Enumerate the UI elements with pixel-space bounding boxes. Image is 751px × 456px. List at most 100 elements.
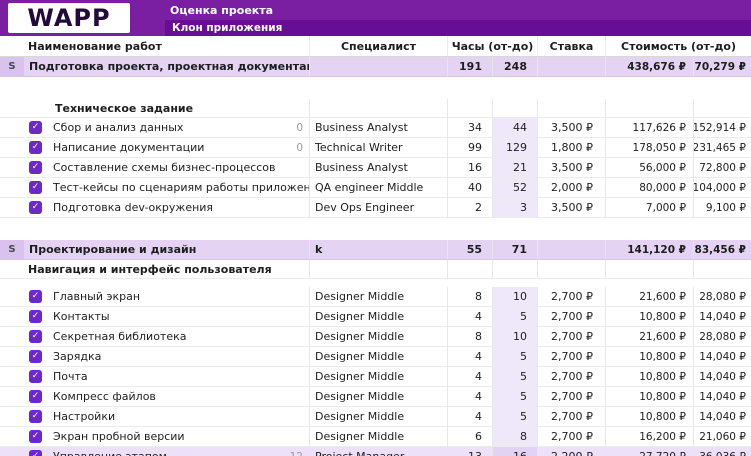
check-icon: ✓ (31, 451, 40, 456)
checkbox[interactable]: ✓ (29, 310, 42, 323)
cost-to-cell: 14,040 ₽ (693, 367, 751, 387)
specialist-cell: Designer Middle (309, 287, 447, 307)
table-header: Наименование работ Специалист Часы (от-д… (0, 36, 751, 57)
cost-to-cell: 28,080 ₽ (693, 287, 751, 307)
hours-from-cell: 16 (447, 158, 492, 178)
rate-cell: 3,500 ₽ (537, 158, 605, 178)
rate-cell: 1,800 ₽ (537, 138, 605, 158)
checkbox[interactable]: ✓ (29, 161, 42, 174)
row-name: Экран пробной версии (53, 430, 185, 443)
cost-from-cell: 10,800 ₽ (605, 407, 693, 427)
cost-to-cell: 183,456 ₽ (693, 240, 751, 260)
project-title: Оценка проекта (170, 4, 274, 17)
checkbox[interactable]: ✓ (29, 290, 42, 303)
row-marker (0, 347, 24, 367)
cost-to-cell: 14,040 ₽ (693, 407, 751, 427)
hours-from-cell: 4 (447, 387, 492, 407)
hours-from-cell: 6 (447, 427, 492, 447)
cost-from-cell: 27,720 ₽ (605, 447, 693, 456)
rate-cell: 3,500 ₽ (537, 198, 605, 218)
row-name: Компресс файлов (53, 390, 156, 403)
rate-cell: 2,700 ₽ (537, 367, 605, 387)
checkbox[interactable]: ✓ (29, 370, 42, 383)
hours-to-cell: 5 (492, 367, 537, 387)
check-icon: ✓ (31, 431, 40, 441)
specialist-cell: QA engineer Middle (309, 178, 447, 198)
row-name-cell: ✓ Тест-кейсы по сценариям работы приложен… (24, 178, 309, 198)
checkbox[interactable]: ✓ (29, 430, 42, 443)
hours-from-cell: 4 (447, 347, 492, 367)
cost-from-cell: 21,600 ₽ (605, 327, 693, 347)
row-marker (0, 427, 24, 447)
row-marker (0, 327, 24, 347)
row-name-cell: ✓ Главный экран (24, 287, 309, 307)
hours-to-cell: 129 (492, 138, 537, 158)
row-name-cell: ✓ Управление этапом 12 (24, 447, 309, 456)
specialist-cell: Designer Middle (309, 307, 447, 327)
check-icon: ✓ (31, 202, 40, 212)
row-marker (0, 287, 24, 307)
row-name: Контакты (53, 310, 110, 323)
row-name-cell: ✓ Написание документации 0 (24, 138, 309, 158)
cost-to-cell: 570,279 ₽ (693, 57, 751, 77)
hours-to-cell: 10 (492, 287, 537, 307)
check-icon: ✓ (31, 311, 40, 321)
task-row: ✓ Почта Designer Middle 4 5 2,700 ₽10,800 ₽14… (0, 367, 751, 387)
checkbox[interactable]: ✓ (29, 330, 42, 343)
row-marker: S (0, 240, 24, 260)
checkbox[interactable]: ✓ (29, 181, 42, 194)
row-name-cell: ✓ Контакты (24, 307, 309, 327)
hours-from-cell (447, 260, 492, 279)
cost-to-cell: 231,465 ₽ (693, 138, 751, 158)
cost-from-cell (605, 260, 693, 279)
specialist-cell (309, 260, 447, 279)
check-icon: ✓ (31, 291, 40, 301)
task-row: ✓ Компресс файлов Designer Middle 4 5 2,700 ₽… (0, 387, 751, 407)
specialist-cell: Business Analyst (309, 118, 447, 138)
cost-to-cell: 14,040 ₽ (693, 307, 751, 327)
checkbox[interactable]: ✓ (29, 121, 42, 134)
task-row: ✓ Экран пробной версии Designer Middle 6 8 2,… (0, 427, 751, 447)
row-note: 0 (296, 141, 303, 154)
rate-cell: 3,500 ₽ (537, 118, 605, 138)
cost-from-cell: 80,000 ₽ (605, 178, 693, 198)
row-note: 0 (296, 121, 303, 134)
topbar: WAPP Оценка проекта Клон приложения (0, 0, 751, 36)
checkbox[interactable]: ✓ (29, 201, 42, 214)
rate-cell: 2,000 ₽ (537, 178, 605, 198)
task-row: ✓ Подготовка dev-окружения Dev Ops Enginee… (0, 198, 751, 218)
header-cost: Стоимость (от-до) (605, 36, 751, 56)
checkbox[interactable]: ✓ (29, 410, 42, 423)
row-name: Почта (53, 370, 88, 383)
wapp-logo: WAPP (8, 3, 130, 33)
task-row: ✓ Тест-кейсы по сценариям работы приложен… (0, 178, 751, 198)
hours-from-cell: 34 (447, 118, 492, 138)
hours-from-cell: 4 (447, 307, 492, 327)
cost-to-cell: 72,800 ₽ (693, 158, 751, 178)
hours-from-cell: 191 (447, 57, 492, 77)
checkbox[interactable]: ✓ (29, 350, 42, 363)
checkbox[interactable]: ✓ (29, 390, 42, 403)
rate-cell (537, 99, 605, 118)
hours-to-cell: 5 (492, 347, 537, 367)
rate-cell (537, 240, 605, 260)
row-note: 12 (290, 451, 309, 456)
hours-from-cell: 4 (447, 367, 492, 387)
task-row: ✓ Контакты Designer Middle 4 5 2,700 ₽10,800 … (0, 307, 751, 327)
checkbox[interactable]: ✓ (29, 141, 42, 154)
hours-from-cell: 2 (447, 198, 492, 218)
row-name: Сбор и анализ данных (53, 121, 184, 134)
checkbox[interactable]: ✓ (29, 450, 42, 456)
cost-to-cell: 104,000 ₽ (693, 178, 751, 198)
cost-to-cell (693, 260, 751, 279)
row-name-cell: Техническое задание (24, 99, 309, 118)
cost-to-cell (693, 99, 751, 118)
task-row: ✓ Настройки Designer Middle 4 5 2,700 ₽10,800… (0, 407, 751, 427)
logo-text: WAPP (27, 4, 111, 32)
row-name-cell: ✓ Сбор и анализ данных 0 (24, 118, 309, 138)
hours-to-cell: 5 (492, 307, 537, 327)
row-marker (0, 138, 24, 158)
hours-to-cell: 8 (492, 427, 537, 447)
row-name: Зарядка (53, 350, 102, 363)
row-name-cell: Подготовка проекта, проектная документац… (24, 57, 309, 77)
